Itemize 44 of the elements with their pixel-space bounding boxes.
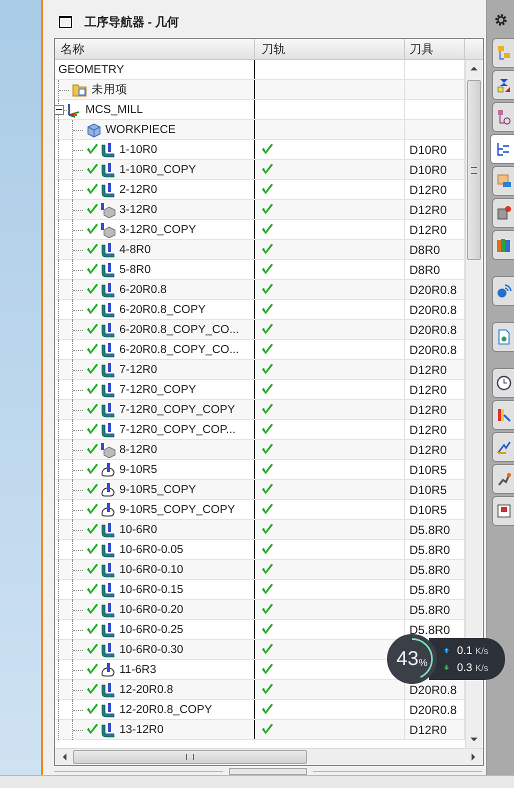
operation-name[interactable]: 12-20R0.8	[119, 684, 174, 696]
operation-name[interactable]: 10-6R0-0.10	[119, 564, 184, 576]
operation-name[interactable]: 7-12R0_COPY_COPY	[119, 404, 236, 416]
speed-unit: K/s	[475, 662, 488, 672]
percent-sign: %	[418, 658, 428, 668]
speed-unit: K/s	[475, 646, 488, 656]
operation-name[interactable]: 11-6R3	[119, 664, 156, 676]
operation-name[interactable]: 6-20R0.8_COPY_CO...	[119, 344, 239, 356]
operation-name[interactable]: 6-20R0.8_COPY_CO...	[119, 324, 239, 336]
operation-name[interactable]: 5-8R0	[119, 264, 151, 276]
operation-name[interactable]: WORKPIECE	[105, 124, 176, 136]
operation-name[interactable]: MCS_MILL	[85, 104, 143, 116]
panel-title: 工序导航器 - 几何	[84, 14, 180, 30]
column-header[interactable]: 名称	[55, 39, 256, 59]
operation-name[interactable]: 10-6R0-0.05	[119, 544, 184, 556]
operation-name[interactable]: 10-6R0	[119, 524, 158, 536]
operation-name[interactable]: 7-12R0_COPY_COP...	[119, 424, 236, 436]
operation-name[interactable]: 6-20R0.8	[119, 284, 167, 296]
download-speed: 0.3	[457, 662, 472, 674]
operation-name[interactable]: 9-10R5_COPY	[119, 484, 196, 496]
operation-name[interactable]: 1-10R0	[119, 144, 158, 156]
operation-name[interactable]: 4-8R0	[119, 244, 151, 256]
operation-name[interactable]: 1-10R0_COPY	[119, 164, 196, 176]
operation-name[interactable]: 未用项	[91, 82, 128, 97]
operation-name[interactable]: 7-12R0_COPY	[119, 384, 196, 396]
operation-name[interactable]: 7-12R0	[119, 364, 158, 376]
operation-name[interactable]: 10-6R0-0.25	[119, 624, 184, 636]
operation-name[interactable]: 13-12R0	[119, 724, 164, 736]
operation-name[interactable]: 2-12R0	[119, 184, 158, 196]
operation-name[interactable]: 10-6R0-0.20	[119, 604, 184, 616]
operation-name[interactable]: 9-10R5_COPY_COPY	[119, 504, 236, 516]
upload-speed: 0.1	[457, 644, 472, 656]
operation-name[interactable]: 12-20R0.8_COPY	[119, 704, 212, 716]
gauge-percent: 43	[396, 648, 419, 670]
operation-name[interactable]: 6-20R0.8_COPY	[119, 304, 206, 316]
operation-name[interactable]: 9-10R5	[119, 464, 158, 476]
column-header[interactable]: 刀具	[405, 39, 466, 59]
column-header[interactable]: 刀轨	[255, 39, 406, 59]
operation-name[interactable]: 10-6R0-0.30	[119, 644, 184, 656]
operation-name[interactable]: 3-12R0	[119, 204, 158, 216]
operation-name[interactable]: 10-6R0-0.15	[119, 584, 184, 596]
operation-name[interactable]: GEOMETRY	[58, 64, 124, 76]
operation-name[interactable]: 3-12R0_COPY	[119, 224, 196, 236]
operation-name[interactable]: 8-12R0	[119, 444, 158, 456]
